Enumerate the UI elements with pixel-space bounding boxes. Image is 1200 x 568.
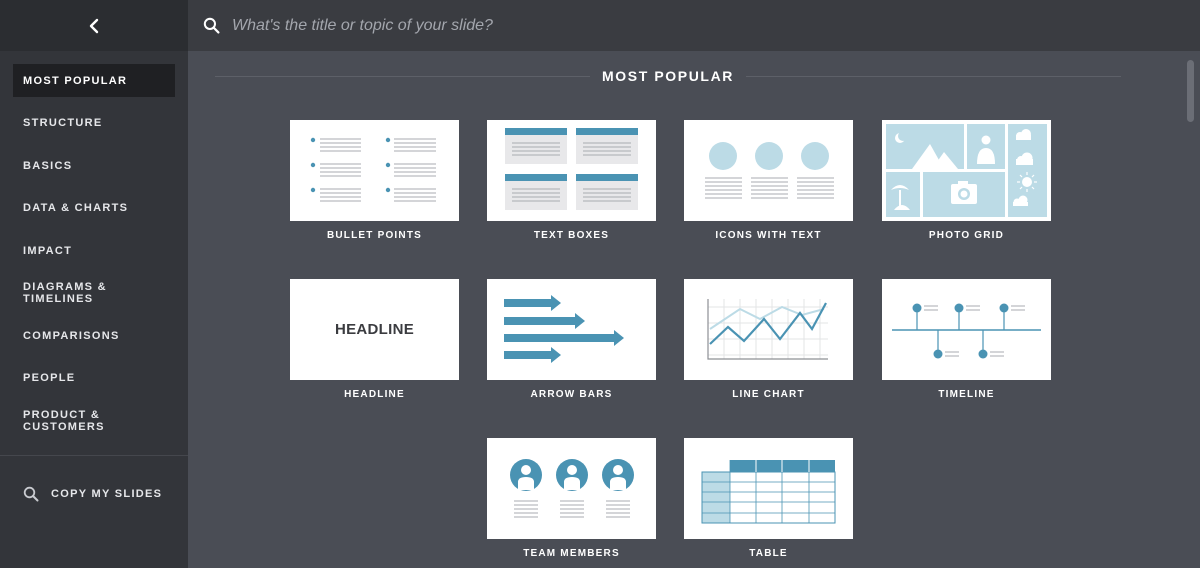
line-chart-thumbnail	[684, 279, 853, 380]
template-headline[interactable]: HEADLINE HEADLINE	[290, 279, 459, 400]
copy-my-slides-label: COPY MY SLIDES	[51, 488, 163, 500]
arrow-bars-thumbnail	[487, 279, 656, 380]
text-boxes-thumbnail	[487, 120, 656, 221]
template-arrow-bars[interactable]: ARROW BARS	[487, 279, 656, 400]
header-line-left	[215, 75, 591, 77]
back-button[interactable]	[0, 0, 188, 51]
headline-thumbnail: HEADLINE	[290, 279, 459, 380]
arrow-bars-label: ARROW BARS	[530, 389, 613, 400]
nav-item-people[interactable]: PEOPLE	[13, 362, 175, 395]
table-label: TABLE	[749, 548, 788, 559]
team-members-thumbnail	[487, 438, 656, 539]
sidebar-divider	[0, 455, 188, 456]
template-bullet-points[interactable]: BULLET POINTS	[290, 120, 459, 241]
search-input[interactable]	[230, 9, 1134, 42]
photo-grid-label: PHOTO GRID	[928, 230, 1005, 241]
search-icon	[203, 17, 220, 34]
photo-grid-thumbnail	[882, 120, 1051, 221]
icons-with-text-thumbnail	[684, 120, 853, 221]
nav-item-product-customers[interactable]: PRODUCT & CUSTOMERS	[13, 404, 175, 437]
template-table[interactable]: TABLE	[684, 438, 853, 559]
headline-thumb-text: HEADLINE	[334, 321, 415, 338]
headline-label: HEADLINE	[344, 389, 405, 400]
category-nav: MOST POPULAR STRUCTURE BASICS DATA & CHA…	[0, 64, 188, 447]
search-icon	[23, 486, 39, 502]
scrollbar-thumb[interactable]	[1187, 60, 1194, 122]
template-team-members[interactable]: TEAM MEMBERS	[487, 438, 656, 559]
nav-item-most-popular[interactable]: MOST POPULAR	[13, 64, 175, 97]
nav-item-data-charts[interactable]: DATA & CHARTS	[13, 192, 175, 225]
bullet-points-thumbnail	[290, 120, 459, 221]
nav-item-basics[interactable]: BASICS	[13, 149, 175, 182]
template-timeline[interactable]: TIMELINE	[882, 279, 1051, 400]
icons-with-text-label: ICONS WITH TEXT	[715, 230, 822, 241]
copy-my-slides-button[interactable]: COPY MY SLIDES	[23, 483, 162, 505]
search-bar	[188, 0, 1200, 51]
template-icons-with-text[interactable]: ICONS WITH TEXT	[684, 120, 853, 241]
sidebar: MOST POPULAR STRUCTURE BASICS DATA & CHA…	[0, 0, 188, 568]
nav-item-diagrams-timelines[interactable]: DIAGRAMS & TIMELINES	[13, 277, 175, 310]
nav-item-impact[interactable]: IMPACT	[13, 234, 175, 267]
line-chart-label: LINE CHART	[732, 389, 805, 400]
template-photo-grid[interactable]: PHOTO GRID	[882, 120, 1051, 241]
template-line-chart[interactable]: LINE CHART	[684, 279, 853, 400]
team-members-label: TEAM MEMBERS	[523, 548, 620, 559]
bullet-points-label: BULLET POINTS	[326, 230, 423, 241]
section-header: MOST POPULAR	[215, 64, 1122, 88]
header-line-right	[746, 75, 1122, 77]
timeline-label: TIMELINE	[938, 389, 995, 400]
nav-item-structure[interactable]: STRUCTURE	[13, 107, 175, 140]
text-boxes-label: TEXT BOXES	[533, 230, 610, 241]
chevron-left-icon	[89, 18, 99, 33]
timeline-thumbnail	[882, 279, 1051, 380]
template-text-boxes[interactable]: TEXT BOXES	[487, 120, 656, 241]
nav-item-comparisons[interactable]: COMPARISONS	[13, 319, 175, 352]
table-thumbnail	[684, 438, 853, 539]
section-title: MOST POPULAR	[602, 68, 734, 84]
